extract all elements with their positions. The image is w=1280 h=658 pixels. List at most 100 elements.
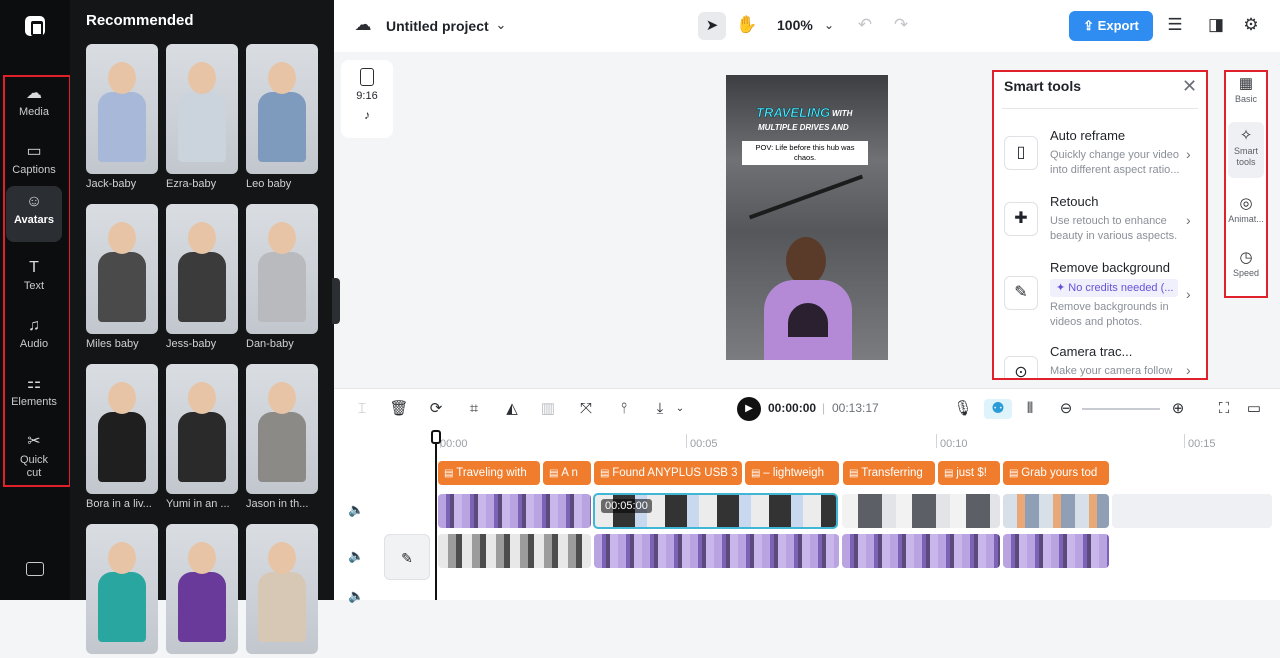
person-head — [786, 237, 826, 285]
pointer-tool-button[interactable]: ➤ — [698, 12, 726, 40]
text-clip[interactable]: – lightweigh — [745, 461, 839, 485]
text-clip[interactable]: Transferring — [843, 461, 935, 485]
avatar-card[interactable]: Bora in a liv... — [86, 364, 158, 510]
nav-item-captions[interactable]: ▭ Captions — [6, 136, 62, 192]
track-volume-icon[interactable]: 🔈 — [348, 548, 364, 564]
trim-icon[interactable]: ⫯ — [614, 399, 634, 419]
play-button[interactable]: ▶ — [737, 397, 761, 421]
project-title[interactable]: Untitled project — [386, 18, 489, 34]
settings-icon[interactable]: ⚙ — [1240, 14, 1262, 36]
avatar-name: Dan-baby — [246, 338, 294, 350]
ai-auto-icon[interactable]: ⚉ — [984, 399, 1012, 419]
nav-item-elements[interactable]: ⚏ Elements — [6, 368, 62, 424]
split-view-icon[interactable]: ⫴ — [1020, 399, 1040, 419]
microphone-icon[interactable]: 🎙 — [953, 399, 973, 419]
close-icon[interactable]: ✕ — [1182, 76, 1197, 97]
tab-speed[interactable]: ◷ Speed — [1228, 248, 1264, 278]
text-clip[interactable]: A n — [543, 461, 591, 485]
hand-tool-icon[interactable]: ✋ — [736, 14, 758, 36]
avatar-body — [98, 412, 146, 482]
split-icon[interactable]: ⌶ — [352, 399, 372, 419]
nav-item-audio[interactable]: ♫ Audio — [6, 310, 62, 366]
video-clip[interactable] — [842, 534, 1000, 568]
playhead[interactable] — [435, 430, 437, 600]
avatar-card[interactable]: Jess-baby — [166, 204, 238, 350]
panel-title: Recommended — [86, 12, 194, 29]
chevron-down-icon[interactable]: ⌄ — [490, 14, 512, 36]
tool-remove-background[interactable]: ✎ Remove background ✦ No credits needed … — [1002, 260, 1196, 336]
nav-item-avatars[interactable]: ☺ Avatars — [6, 186, 62, 242]
video-clip[interactable] — [438, 534, 591, 568]
zoom-level[interactable]: 100% — [777, 17, 813, 33]
track-volume-icon[interactable]: 🔈 — [348, 588, 364, 604]
tool-camera-tracking[interactable]: ⊙ Camera trac... Make your camera follow… — [1002, 344, 1196, 378]
avatar-name: Leo baby — [246, 178, 292, 190]
layers-icon[interactable]: ☰ — [1164, 14, 1186, 36]
tool-description: Quickly change your video into different… — [1050, 149, 1180, 176]
flip-icon[interactable]: ◭ — [502, 399, 522, 419]
avatar-name: Miles baby — [86, 338, 139, 350]
tab-smart-tools[interactable]: ✧ Smart tools — [1228, 122, 1264, 178]
keyboard-icon[interactable] — [26, 562, 44, 576]
avatar-card[interactable] — [246, 524, 318, 658]
zoom-chevron-icon[interactable]: ⌄ — [818, 14, 840, 36]
nav-item-text[interactable]: T Text — [6, 252, 62, 308]
tool-retouch[interactable]: ✚ Retouch Use retouch to enhance beauty … — [1002, 194, 1196, 254]
chevron-right-icon: › — [1186, 286, 1191, 302]
transform-icon[interactable]: ⤧ — [576, 399, 596, 419]
video-clip[interactable] — [594, 534, 839, 568]
playhead-handle[interactable] — [431, 430, 441, 444]
video-clip[interactable] — [1003, 534, 1109, 568]
avatar-card[interactable] — [166, 524, 238, 658]
undo-icon[interactable]: ↶ — [854, 14, 876, 36]
redo-icon[interactable]: ↷ — [890, 14, 912, 36]
avatar-card[interactable]: Jack-baby — [86, 44, 158, 190]
avatar-card[interactable]: Ezra-baby — [166, 44, 238, 190]
text-clip[interactable]: just $! — [938, 461, 1000, 485]
avatar-card[interactable]: Jason in th... — [246, 364, 318, 510]
tab-basic[interactable]: ▦ Basic — [1228, 74, 1264, 104]
avatar-card[interactable] — [86, 524, 158, 658]
nav-item-quick-cut[interactable]: ✂ Quick cut — [6, 426, 62, 482]
crop-icon[interactable]: ⌗ — [464, 399, 484, 419]
text-clip[interactable]: Found ANYPLUS USB 3 — [594, 461, 742, 485]
video-clip[interactable] — [842, 494, 1000, 528]
captions-icon: ▭ — [26, 143, 42, 160]
export-button[interactable]: ⇪ Export — [1069, 11, 1153, 41]
tool-description: Remove backgrounds in videos and photos. — [1050, 301, 1169, 328]
replay-icon[interactable]: ⟳ — [426, 399, 446, 419]
avatar-card[interactable]: Dan-baby — [246, 204, 318, 350]
text-clip[interactable]: Traveling with — [438, 461, 540, 485]
zoom-out-icon[interactable]: ⊖ — [1056, 399, 1076, 419]
collapse-panel-handle[interactable] — [332, 278, 340, 324]
avatar-card[interactable]: Yumi in an ... — [166, 364, 238, 510]
layout-panel-icon[interactable]: ◨ — [1205, 14, 1227, 36]
video-clip[interactable] — [1003, 494, 1109, 528]
tool-auto-reframe[interactable]: ▯ Auto reframe Quickly change your video… — [1002, 128, 1196, 188]
aspect-ratio-card[interactable]: 9:16 ♪ — [341, 60, 393, 138]
text-clip[interactable]: Grab yours tod — [1003, 461, 1109, 485]
delete-icon[interactable]: 🗑 — [389, 399, 409, 419]
chevron-down-icon[interactable]: ⌄ — [670, 399, 690, 419]
track-volume-icon[interactable]: 🔈 — [348, 502, 364, 518]
freeze-icon[interactable]: ▥ — [538, 399, 558, 419]
avatar-card[interactable]: Miles baby — [86, 204, 158, 350]
download-icon[interactable]: ⤓ — [650, 399, 670, 419]
app-logo[interactable] — [25, 16, 45, 36]
fullscreen-icon[interactable]: ⛶ — [1214, 399, 1234, 419]
zoom-in-icon[interactable]: ⊕ — [1168, 399, 1188, 419]
selected-video-clip[interactable]: 00:05:00 — [593, 493, 838, 529]
tab-animation[interactable]: ◎ Animat... — [1228, 194, 1264, 224]
comment-icon[interactable]: ▭ — [1244, 399, 1264, 419]
cloud-upload-icon[interactable]: ☁ — [352, 14, 374, 36]
tab-label: Basic — [1234, 94, 1257, 104]
nav-item-media[interactable]: ☁ Media — [6, 78, 62, 134]
edit-track-button[interactable]: ✎ — [384, 534, 430, 580]
avatar-card[interactable]: Leo baby — [246, 44, 318, 190]
video-preview[interactable]: TRAVELING WITH MULTIPLE DRIVES AND POV: … — [726, 75, 888, 360]
zoom-slider[interactable] — [1082, 408, 1160, 410]
video-clip[interactable] — [438, 494, 591, 528]
video-title-1: TRAVELING — [756, 105, 831, 121]
avatar-thumbnail — [86, 44, 158, 174]
ruler-label: 00:05 — [690, 438, 718, 450]
